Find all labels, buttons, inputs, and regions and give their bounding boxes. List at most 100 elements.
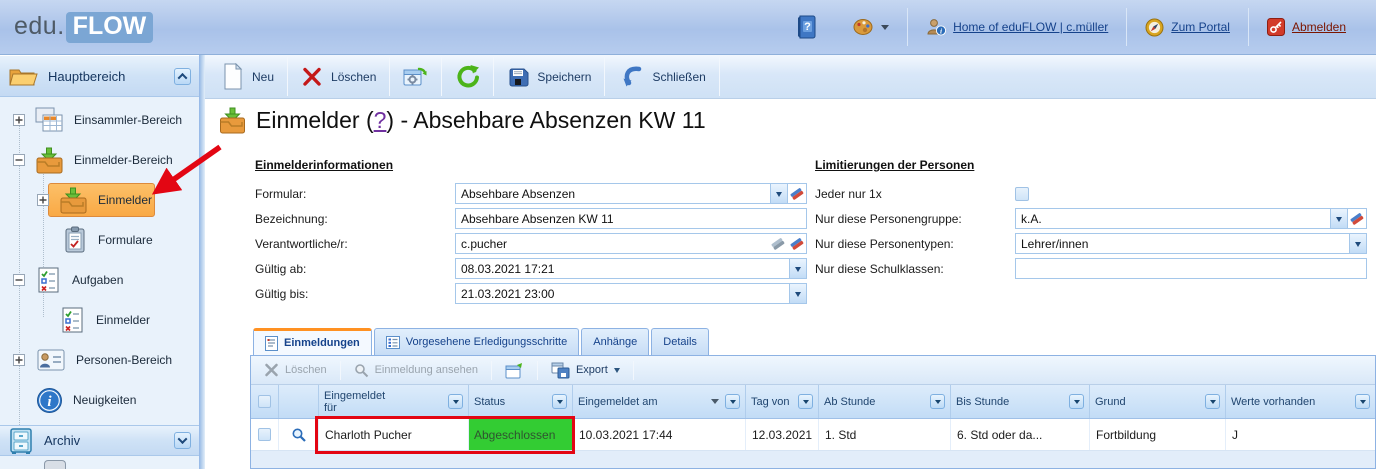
- formular-combobox[interactable]: Absehbare Absenzen: [455, 183, 807, 204]
- expand-plus-icon[interactable]: [37, 194, 49, 206]
- expand-section-button[interactable]: [174, 432, 191, 449]
- row-checkbox[interactable]: [258, 428, 271, 441]
- window-settings-button[interactable]: [390, 55, 441, 98]
- title-main: Einmelder: [256, 107, 360, 133]
- sidebar-section-archiv[interactable]: Archiv: [0, 425, 199, 456]
- tab-label: Vorgesehene Erledigungsschritte: [406, 336, 567, 348]
- save-button[interactable]: Speichern: [494, 55, 604, 98]
- column-menu-button[interactable]: [1069, 394, 1084, 409]
- gueltig-bis-datepicker[interactable]: 21.03.2021 23:00: [455, 283, 807, 304]
- column-menu-button[interactable]: [930, 394, 945, 409]
- einmeldungen-grid: Löschen Einmeldung ansehen: [250, 355, 1376, 469]
- column-header-eingemeldet-fuer[interactable]: Eingemeldet für: [319, 385, 469, 418]
- column-menu-button[interactable]: [1355, 394, 1370, 409]
- sidebar-item-aufgaben[interactable]: Aufgaben: [0, 260, 199, 300]
- column-header-tag-von[interactable]: Tag von: [746, 385, 819, 418]
- column-header-eingemeldet-am[interactable]: Eingemeldet am: [573, 385, 746, 418]
- content-area: Einmelder (?) - Absehbare Absenzen KW 11…: [205, 99, 1376, 469]
- column-header-bis-stunde[interactable]: Bis Stunde: [951, 385, 1090, 418]
- sidebar-item-aufgaben-einmelder[interactable]: Einmelder: [0, 300, 199, 340]
- cell-werte-vorhanden: J: [1226, 419, 1375, 450]
- column-header-status[interactable]: Status: [469, 385, 573, 418]
- toolbar-separator: [633, 361, 634, 380]
- tab-details[interactable]: Details: [651, 328, 709, 355]
- person-card-icon: [36, 348, 66, 372]
- tab-einmeldungen[interactable]: Einmeldungen: [253, 328, 372, 355]
- portal-link[interactable]: Zum Portal: [1171, 20, 1230, 34]
- column-menu-button[interactable]: [552, 394, 567, 409]
- gueltig-bis-value: 21.03.2021 23:00: [456, 287, 789, 301]
- refresh-button[interactable]: [442, 55, 493, 98]
- cell-grund: Fortbildung: [1090, 419, 1226, 450]
- view-einmeldung-button[interactable]: Einmeldung ansehen: [346, 359, 486, 382]
- tab-anhaenge[interactable]: Anhänge: [581, 328, 649, 355]
- title-help-link[interactable]: ?: [374, 107, 387, 133]
- personentypen-combobox[interactable]: Lehrer/innen: [1015, 233, 1367, 254]
- help-button[interactable]: ?: [778, 0, 835, 54]
- column-header-grund[interactable]: Grund: [1090, 385, 1226, 418]
- chevron-down-icon: [935, 400, 941, 407]
- delete-button[interactable]: Löschen: [288, 55, 389, 98]
- sidebar-section-hauptbereich[interactable]: Hauptbereich: [0, 55, 199, 97]
- chevron-down-icon: [730, 400, 736, 407]
- form-right-heading: Limitierungen der Personen: [815, 158, 974, 172]
- personengruppe-combobox[interactable]: k.A.: [1015, 208, 1367, 229]
- delete-x-icon: [264, 363, 279, 377]
- sidebar-item-einmelder-selected[interactable]: Einmelder: [0, 180, 199, 220]
- jeder-nur-1x-checkbox[interactable]: [1015, 187, 1029, 201]
- gueltig-ab-datepicker[interactable]: 08.03.2021 17:21: [455, 258, 807, 279]
- expand-plus-icon[interactable]: [13, 114, 25, 126]
- header-select-all[interactable]: [251, 385, 279, 418]
- sidebar-item-personen-bereich[interactable]: Personen-Bereich: [0, 340, 199, 380]
- formular-value: Absehbare Absenzen: [456, 187, 770, 201]
- portal-link-item[interactable]: Zum Portal: [1127, 0, 1248, 54]
- column-menu-button[interactable]: [1205, 394, 1220, 409]
- bezeichnung-input[interactable]: Absehbare Absenzen KW 11: [455, 208, 807, 229]
- open-window-button[interactable]: [497, 359, 532, 382]
- sidebar-item-neuigkeiten[interactable]: i Neuigkeiten: [0, 380, 199, 420]
- personentypen-value: Lehrer/innen: [1016, 237, 1349, 251]
- home-link[interactable]: Home of eduFLOW | c.müller: [953, 20, 1108, 34]
- chevron-down-icon: [1074, 400, 1080, 407]
- verantwortliche-input[interactable]: c.pucher: [455, 233, 807, 254]
- dropdown-button[interactable]: [1349, 234, 1366, 253]
- dropdown-button[interactable]: [1330, 209, 1347, 228]
- dropdown-button[interactable]: [789, 259, 806, 278]
- column-menu-button[interactable]: [725, 394, 740, 409]
- sidebar-item-formulare[interactable]: Formulare: [0, 220, 199, 260]
- clear-field-button[interactable]: [787, 234, 806, 253]
- dropdown-button[interactable]: [789, 284, 806, 303]
- column-menu-button[interactable]: [798, 394, 813, 409]
- column-menu-button[interactable]: [448, 394, 463, 409]
- chevron-down-icon: [795, 292, 801, 300]
- grid-delete-button[interactable]: Löschen: [256, 359, 335, 382]
- close-button[interactable]: Schließen: [605, 55, 718, 98]
- delete-x-icon: [301, 67, 323, 87]
- select-all-checkbox[interactable]: [258, 395, 271, 408]
- collapse-minus-icon[interactable]: [13, 274, 25, 286]
- table-row[interactable]: Charloth Pucher Abgeschlossen 10.03.2021…: [251, 419, 1375, 451]
- sidebar-item-einsammler-bereich[interactable]: Einsammler-Bereich: [0, 100, 199, 140]
- tab-erledigungsschritte[interactable]: Vorgesehene Erledigungsschritte: [374, 328, 579, 355]
- collapse-section-button[interactable]: [174, 68, 191, 85]
- schulklassen-input[interactable]: [1015, 258, 1367, 279]
- edit-field-button[interactable]: [768, 234, 787, 253]
- header-view-column: [279, 385, 319, 418]
- sidebar-item-einmelder-bereich[interactable]: Einmelder-Bereich: [0, 140, 199, 180]
- clear-field-button[interactable]: [787, 184, 806, 203]
- collapse-minus-icon[interactable]: [13, 154, 25, 166]
- new-button[interactable]: Neu: [209, 55, 287, 98]
- toolbar-separator: [340, 361, 341, 380]
- export-button[interactable]: Export: [543, 359, 628, 382]
- logout-link[interactable]: Abmelden: [1292, 20, 1346, 34]
- home-link-item[interactable]: i Home of eduFLOW | c.müller: [908, 0, 1126, 54]
- magnifier-icon[interactable]: [291, 427, 307, 443]
- clear-field-button[interactable]: [1347, 209, 1366, 228]
- column-header-ab-stunde[interactable]: Ab Stunde: [819, 385, 951, 418]
- logout-link-item[interactable]: Abmelden: [1249, 0, 1364, 54]
- expand-plus-icon[interactable]: [13, 354, 25, 366]
- column-header-werte-vorhanden[interactable]: Werte vorhanden: [1226, 385, 1375, 418]
- theme-picker-button[interactable]: [835, 0, 907, 54]
- dropdown-button[interactable]: [770, 184, 787, 203]
- cell-tag-von: 12.03.2021: [746, 419, 819, 450]
